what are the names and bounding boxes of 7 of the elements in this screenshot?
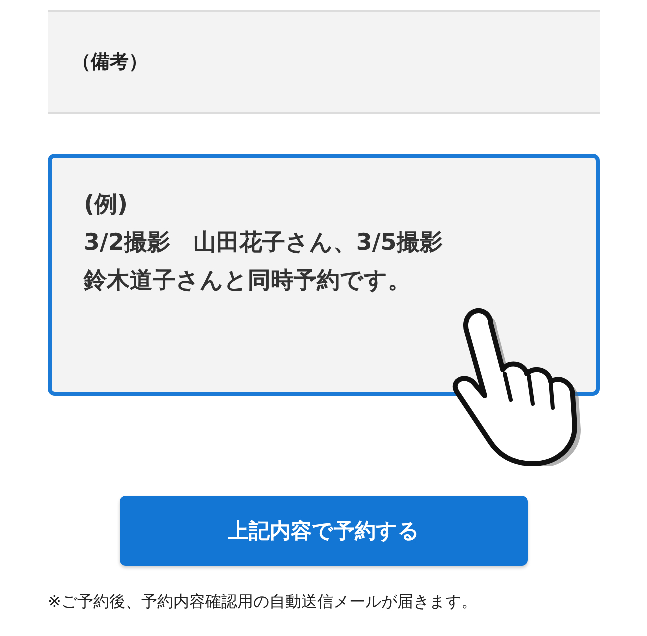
placeholder-line: 鈴木道子さんと同時予約です。 xyxy=(84,267,411,296)
placeholder-line: (例) xyxy=(84,191,128,220)
remarks-label: （備考） xyxy=(72,50,148,75)
remarks-field[interactable]: (例) 3/2撮影 山田花子さん、3/5撮影 鈴木道子さんと同時予約です。 xyxy=(48,154,600,396)
submit-button[interactable]: 上記内容で予約する xyxy=(120,496,528,566)
footnote: ※ご予約後、予約内容確認用の自動送信メールが届きます。 xyxy=(48,592,478,613)
placeholder-line: 3/2撮影 山田花子さん、3/5撮影 xyxy=(84,229,443,258)
